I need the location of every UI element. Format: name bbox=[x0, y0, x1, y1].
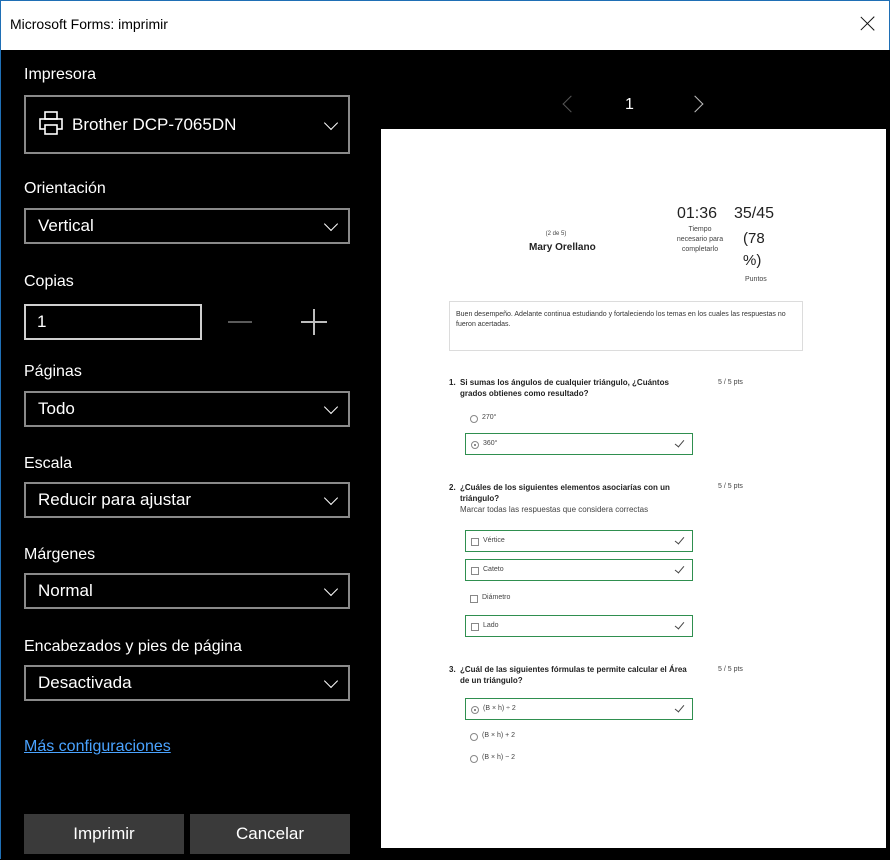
margins-label: Márgenes bbox=[24, 546, 96, 563]
orientation-select[interactable]: Vertical bbox=[24, 208, 350, 244]
score-percent: (78 %) bbox=[743, 230, 765, 269]
score: 35/45 bbox=[734, 205, 775, 222]
radio-icon bbox=[470, 755, 478, 763]
question-1: 1. Si sumas los ángulos de cualquier tri… bbox=[449, 377, 699, 401]
response-count: (2 de 5) bbox=[545, 231, 567, 237]
question-points: 5 / 5 pts bbox=[718, 666, 743, 673]
question-number: 3. bbox=[449, 665, 456, 674]
orientation-label: Orientación bbox=[24, 180, 106, 197]
question-points: 5 / 5 pts bbox=[718, 379, 743, 386]
window-title: Microsoft Forms: imprimir bbox=[10, 16, 168, 32]
margins-select[interactable]: Normal bbox=[24, 573, 350, 609]
chevron-left-icon[interactable] bbox=[562, 95, 580, 113]
radio-selected-icon bbox=[471, 706, 479, 714]
pages-select[interactable]: Todo bbox=[24, 391, 350, 427]
chevron-down-icon bbox=[323, 399, 339, 415]
cancel-button[interactable]: Cancelar bbox=[190, 814, 350, 854]
radio-selected-icon bbox=[471, 441, 479, 449]
question-3: 3. ¿Cuál de las siguientes fórmulas te p… bbox=[449, 664, 699, 688]
copies-input[interactable]: 1 bbox=[24, 304, 202, 340]
page-number: 1 bbox=[625, 96, 634, 113]
completion-time: 01:36 bbox=[677, 205, 718, 222]
printer-value: Brother DCP-7065DN bbox=[72, 114, 237, 134]
checkbox-icon bbox=[470, 595, 478, 603]
page-navigator: 1 bbox=[373, 94, 890, 118]
check-icon bbox=[674, 563, 685, 574]
option: Diámetro bbox=[465, 591, 665, 607]
headers-footers-select[interactable]: Desactivada bbox=[24, 665, 350, 701]
option-selected: 360° bbox=[465, 433, 693, 455]
option-selected: Cateto bbox=[465, 559, 693, 581]
pages-label: Páginas bbox=[24, 363, 82, 380]
chevron-right-icon[interactable] bbox=[686, 95, 704, 113]
chevron-down-icon bbox=[323, 581, 339, 597]
chevron-down-icon bbox=[323, 216, 339, 232]
radio-icon bbox=[470, 733, 478, 741]
option-selected: Lado bbox=[465, 615, 693, 637]
question-points: 5 / 5 pts bbox=[718, 483, 743, 490]
check-icon bbox=[674, 534, 685, 545]
preview-page: (2 de 5) Mary Orellano 01:36 Tiempo nece… bbox=[381, 129, 886, 848]
pages-value: Todo bbox=[38, 399, 75, 418]
decrement-icon[interactable] bbox=[228, 321, 252, 323]
preview-panel: 1 (2 de 5) Mary Orellano 01:36 Tiempo ne… bbox=[373, 50, 890, 860]
scale-select[interactable]: Reducir para ajustar bbox=[24, 482, 350, 518]
option-text: Lado bbox=[483, 622, 499, 629]
question-text: Si sumas los ángulos de cualquier triáng… bbox=[460, 378, 669, 398]
checkbox-icon bbox=[471, 538, 479, 546]
increment-icon[interactable] bbox=[301, 309, 327, 335]
title-bar: Microsoft Forms: imprimir bbox=[1, 1, 889, 50]
option-text: Cateto bbox=[483, 566, 504, 573]
question-text: ¿Cuál de las siguientes fórmulas te perm… bbox=[460, 665, 687, 685]
close-icon[interactable] bbox=[857, 13, 879, 35]
printer-select[interactable]: Brother DCP-7065DN bbox=[24, 95, 350, 154]
option-text: Diámetro bbox=[482, 594, 511, 601]
print-dialog: Microsoft Forms: imprimir Impresora Brot… bbox=[0, 0, 890, 860]
points-label: Puntos bbox=[745, 276, 767, 283]
checkbox-icon bbox=[471, 623, 479, 631]
copies-label: Copias bbox=[24, 273, 74, 290]
settings-panel: Impresora Brother DCP-7065DN Orientación… bbox=[1, 50, 373, 860]
option-text: (B × h) + 2 bbox=[482, 732, 516, 739]
print-button[interactable]: Imprimir bbox=[24, 814, 184, 854]
option-text: 270° bbox=[482, 414, 497, 421]
question-number: 1. bbox=[449, 378, 456, 387]
radio-icon bbox=[470, 415, 478, 423]
option: (B × h) − 2 bbox=[465, 751, 665, 767]
option-text: Vértice bbox=[483, 537, 505, 544]
check-icon bbox=[674, 437, 685, 448]
check-icon bbox=[674, 619, 685, 630]
scale-value: Reducir para ajustar bbox=[38, 490, 192, 509]
headers-footers-label: Encabezados y pies de página bbox=[24, 638, 242, 655]
checkbox-icon bbox=[471, 567, 479, 575]
more-settings-link[interactable]: Más configuraciones bbox=[24, 738, 171, 756]
option: (B × h) + 2 bbox=[465, 729, 665, 745]
printer-label: Impresora bbox=[24, 66, 97, 83]
feedback-box: Buen desempeño. Adelante continua estudi… bbox=[449, 301, 803, 351]
option-text: (B × h) ÷ 2 bbox=[483, 705, 516, 712]
chevron-down-icon bbox=[323, 673, 339, 689]
respondent-name: Mary Orellano bbox=[529, 242, 596, 253]
question-hint: Marcar todas las respuestas que consider… bbox=[460, 505, 649, 514]
chevron-down-icon bbox=[323, 490, 339, 506]
option: 270° bbox=[465, 411, 665, 427]
question-number: 2. bbox=[449, 483, 456, 492]
time-label: Tiempo necesario para completarlo bbox=[676, 226, 724, 253]
option-text: (B × h) − 2 bbox=[482, 754, 516, 761]
question-2: 2. ¿Cuáles de los siguientes elementos a… bbox=[449, 482, 699, 518]
question-text: ¿Cuáles de los siguientes elementos asoc… bbox=[460, 482, 692, 515]
option-text: 360° bbox=[483, 440, 498, 447]
chevron-down-icon bbox=[323, 115, 339, 130]
margins-value: Normal bbox=[38, 581, 93, 600]
orientation-value: Vertical bbox=[38, 216, 94, 235]
option-selected: (B × h) ÷ 2 bbox=[465, 698, 693, 720]
printer-icon bbox=[39, 111, 63, 135]
check-icon bbox=[674, 702, 685, 713]
question-text-main: ¿Cuáles de los siguientes elementos asoc… bbox=[460, 483, 670, 503]
scale-label: Escala bbox=[24, 455, 73, 472]
headers-footers-value: Desactivada bbox=[38, 673, 132, 692]
option-selected: Vértice bbox=[465, 530, 693, 552]
